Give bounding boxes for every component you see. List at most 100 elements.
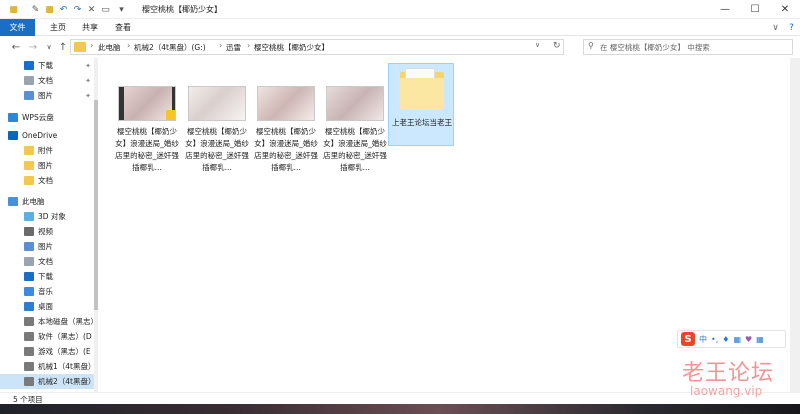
file-item[interactable]: 樱空桃桃【椰奶少女】浪漫迷局_婚纱店里的秘密_迷奸强插椰乳... [253,63,319,173]
sidebar-item[interactable]: 软件（黑志）(D [0,329,97,344]
status-bar: 5 个项目 [0,392,800,404]
keyboard-icon[interactable]: ▦ [733,335,741,344]
sidebar-item[interactable]: 本地磁盘（黑志） [0,314,97,329]
file-item[interactable]: 樱空桃桃【椰奶少女】浪漫迷局_婚纱店里的秘密_迷奸强插椰乳... [184,63,250,173]
sidebar-item-label: 机械2（4t黑盘） [38,377,96,386]
tab-home[interactable]: 主页 [48,19,68,36]
refresh-icon[interactable]: ↻ [553,41,561,51]
expand-ribbon-icon[interactable]: ∨ [770,22,781,33]
music-icon [24,287,34,296]
undo-icon[interactable]: ↶ [58,4,69,15]
punctuation-icon[interactable]: •, [711,335,718,344]
sidebar-item[interactable]: 桌面 [0,299,97,314]
file-name: 樱空桃桃【椰奶少女】浪漫迷局_婚纱店里的秘密_迷奸强插椰乳... [323,127,387,172]
pin-icon[interactable]: ✦ [85,62,91,70]
ime-mode-label[interactable]: 中 [699,334,707,345]
drive-icon [24,362,34,371]
pictures-icon [24,242,34,251]
sidebar-item-label: 文档 [38,176,53,185]
sidebar-item[interactable]: 文档 [0,254,97,269]
title-bar: ■ ✎ ■ ↶ ↷ ✕ ▭ ▾ 樱空桃桃【椰奶少女】 — ☐ ✕ [0,0,800,19]
search-box[interactable]: ⚲ 在 樱空桃桃【椰奶少女】 中搜索 [583,39,793,55]
microphone-icon[interactable]: ♦ [722,335,729,344]
tab-view[interactable]: 查看 [113,19,133,36]
computer-icon [8,197,18,206]
chevron-right-icon[interactable]: › [219,41,222,50]
help-icon[interactable]: ? [786,22,797,33]
chevron-right-icon[interactable]: › [247,41,250,50]
delete-icon[interactable]: ✕ [86,4,97,15]
video-thumbnail-icon [188,86,246,121]
breadcrumb-this-pc[interactable]: 此电脑 [98,42,121,53]
sidebar-item[interactable]: 下载 [0,269,97,284]
desktop-icon [24,302,34,311]
folder-icon [24,176,34,185]
chevron-right-icon[interactable]: › [127,41,130,50]
properties-icon[interactable]: ✎ [30,4,41,15]
sidebar-item[interactable]: 3D 对象 [0,209,97,224]
close-button[interactable]: ✕ [770,0,800,19]
file-item[interactable]: 樱空桃桃【椰奶少女】浪漫迷局_婚纱店里的秘密_迷奸强插椰乳... [322,63,388,173]
drive-icon [24,332,34,341]
address-dropdown-icon[interactable]: ∨ [535,41,540,49]
folder-item[interactable]: 上老王论坛当老王 [388,63,454,146]
toolbox-icon[interactable]: ▦ [756,335,764,344]
sidebar-item-label: 视频 [38,227,53,236]
sidebar-item[interactable]: 图片 ✦ [0,88,97,103]
sidebar-item[interactable]: 音乐 [0,284,97,299]
item-count: 5 个项目 [13,395,43,404]
customize-quick-access-icon[interactable]: ▾ [116,4,127,15]
file-item[interactable]: 樱空桃桃【椰奶少女】浪漫迷局_婚纱店里的秘密_迷奸强插椰乳... [114,63,180,173]
sidebar-item[interactable]: WPS云盘 [0,110,97,125]
tab-file[interactable]: 文件 [0,19,35,36]
up-button[interactable]: ↑ [57,40,69,54]
sidebar-item-label: 下载 [38,272,53,281]
drive-icon [24,377,34,386]
document-icon [24,257,34,266]
pin-icon[interactable]: ✦ [85,92,91,100]
breadcrumb-drive[interactable]: 机械2（4t黑盘）(G:) [134,42,206,53]
ime-toolbar[interactable]: S 中 •, ♦ ▦ ♥ ▦ [677,330,786,348]
pin-icon[interactable]: ✦ [85,77,91,85]
sidebar-item[interactable]: 文档 [0,173,97,188]
sidebar-item[interactable]: OneDrive [0,128,97,143]
forward-button[interactable]: → [27,40,39,54]
video-thumbnail-icon [118,86,176,121]
skin-icon[interactable]: ♥ [745,335,752,344]
sidebar-item[interactable]: 图片 [0,158,97,173]
sidebar-item[interactable]: 视频 [0,224,97,239]
rename-icon[interactable]: ▭ [100,4,111,15]
breadcrumb-xunlei[interactable]: 迅雷 [226,42,241,53]
sidebar-item[interactable]: 机械2（4t黑盘） [0,374,97,389]
folder-icon[interactable]: ■ [8,4,19,15]
sidebar-item-label: 图片 [38,91,53,100]
tab-share[interactable]: 共享 [80,19,100,36]
download-icon [24,272,34,281]
new-folder-icon[interactable]: ■ [44,4,55,15]
content-scrollbar[interactable] [790,58,800,392]
sogou-logo-icon[interactable]: S [681,332,695,346]
recent-locations-button[interactable]: ∨ [43,40,55,54]
back-button[interactable]: ← [10,40,22,54]
sidebar-item[interactable]: 下载 ✦ [0,58,97,73]
sidebar-item[interactable]: 游戏（黑志）(E [0,344,97,359]
sidebar-item[interactable]: 文档 ✦ [0,73,97,88]
maximize-button[interactable]: ☐ [740,0,770,19]
chevron-right-icon[interactable]: › [90,41,93,50]
folder-front [400,78,444,110]
minimize-button[interactable]: — [710,0,740,19]
sidebar-item[interactable]: 此电脑 [0,194,97,209]
sidebar-item[interactable]: 图片 [0,239,97,254]
video-thumbnail-icon [257,86,315,121]
redo-icon[interactable]: ↷ [72,4,83,15]
sidebar-item[interactable]: 机械1（4t黑盘） [0,359,97,374]
folder-icon [74,42,86,52]
breadcrumb-current-folder[interactable]: 樱空桃桃【椰奶少女】 [254,42,329,53]
address-bar[interactable]: › 此电脑 › 机械2（4t黑盘）(G:) › 迅雷 › 樱空桃桃【椰奶少女】 … [70,39,564,55]
sidebar-scrollbar-thumb[interactable] [94,100,98,310]
drive-icon [24,317,34,326]
sidebar-item[interactable]: 附件 [0,143,97,158]
sidebar-item-label: 游戏（黑志）(E [38,347,91,356]
folder-icon [24,161,34,170]
onedrive-icon [8,131,18,140]
